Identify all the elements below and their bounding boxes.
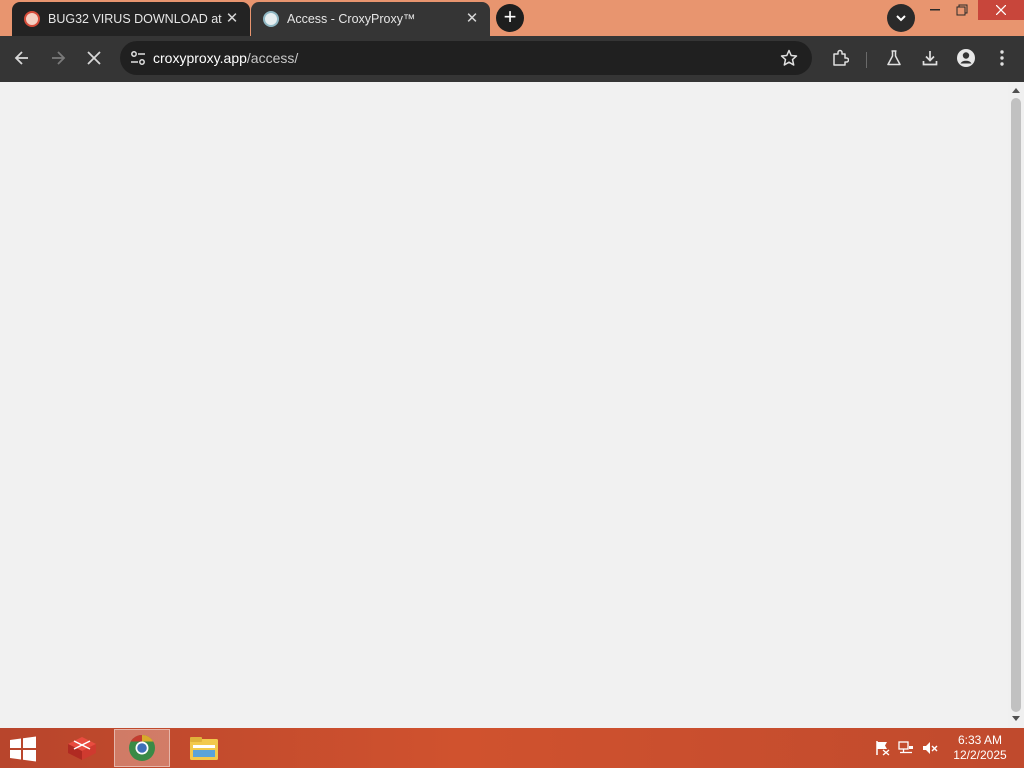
downloads-button[interactable] bbox=[916, 44, 944, 72]
address-bar[interactable]: croxyproxy.app/access/ bbox=[120, 41, 812, 75]
page-content bbox=[0, 82, 1008, 728]
arrow-left-icon bbox=[14, 51, 28, 65]
close-icon[interactable]: ✕ bbox=[224, 11, 240, 27]
close-icon bbox=[996, 5, 1006, 15]
more-vertical-icon bbox=[1000, 50, 1004, 66]
back-button[interactable] bbox=[8, 44, 36, 72]
labs-button[interactable] bbox=[880, 44, 908, 72]
tab-bug32[interactable]: BUG32 VIRUS DOWNLOAD at D ✕ bbox=[12, 2, 250, 36]
browser-toolbar: croxyproxy.app/access/ bbox=[0, 36, 1024, 82]
red-cube-app-icon bbox=[68, 737, 96, 760]
bug32-site-icon bbox=[24, 11, 40, 27]
tab-search-button[interactable] bbox=[887, 4, 915, 32]
chevron-down-icon bbox=[896, 15, 906, 22]
tab-strip: BUG32 VIRUS DOWNLOAD at D ✕ Access - Cro… bbox=[0, 0, 1024, 36]
scroll-down-arrow-icon[interactable] bbox=[1012, 716, 1020, 721]
clock-date: 12/2/2025 bbox=[953, 748, 1007, 762]
url-text[interactable]: croxyproxy.app/access/ bbox=[153, 50, 298, 66]
windows-logo-icon bbox=[10, 736, 36, 762]
tab-croxyproxy[interactable]: Access - CroxyProxy™ ✕ bbox=[251, 2, 490, 36]
extensions-button[interactable] bbox=[826, 44, 854, 72]
stop-loading-button[interactable] bbox=[80, 44, 108, 72]
volume-muted-icon[interactable] bbox=[922, 740, 938, 756]
action-center-flag-icon[interactable] bbox=[874, 740, 890, 756]
taskbar-app-explorer[interactable] bbox=[176, 729, 232, 767]
new-tab-button[interactable]: + bbox=[496, 4, 524, 32]
close-icon bbox=[87, 51, 101, 65]
minimize-button[interactable] bbox=[920, 0, 950, 20]
toolbar-divider bbox=[866, 52, 867, 68]
restore-button[interactable] bbox=[947, 0, 977, 20]
scroll-up-arrow-icon[interactable] bbox=[1012, 88, 1020, 93]
taskbar: 6:33 AM 12/2/2025 bbox=[0, 728, 1024, 768]
chrome-icon bbox=[129, 734, 155, 761]
url-host: croxyproxy.app bbox=[153, 50, 247, 66]
clock-time: 6:33 AM bbox=[957, 733, 1003, 747]
tab-title: BUG32 VIRUS DOWNLOAD at D bbox=[48, 12, 224, 26]
puzzle-icon bbox=[833, 49, 849, 66]
system-clock[interactable]: 6:33 AM 12/2/2025 bbox=[948, 733, 1012, 763]
restore-icon bbox=[956, 4, 968, 16]
start-button[interactable] bbox=[8, 736, 38, 762]
window-close-button[interactable] bbox=[978, 0, 1024, 20]
taskbar-app-chrome[interactable] bbox=[114, 729, 170, 767]
minimize-icon bbox=[930, 9, 940, 11]
network-icon[interactable] bbox=[898, 740, 914, 756]
download-icon bbox=[922, 51, 938, 66]
flask-icon bbox=[887, 50, 901, 66]
croxyproxy-icon bbox=[263, 11, 279, 27]
forward-button[interactable] bbox=[44, 44, 72, 72]
tab-title: Access - CroxyProxy™ bbox=[287, 12, 416, 26]
taskbar-app-red-cube[interactable] bbox=[54, 729, 110, 767]
url-path: /access/ bbox=[246, 50, 299, 66]
close-icon[interactable]: ✕ bbox=[464, 11, 480, 27]
file-explorer-icon bbox=[190, 737, 218, 760]
bookmark-star-icon[interactable] bbox=[780, 49, 798, 67]
account-icon bbox=[957, 49, 975, 67]
arrow-right-icon bbox=[52, 51, 66, 65]
vertical-scrollbar[interactable] bbox=[1008, 82, 1024, 728]
menu-button[interactable] bbox=[988, 44, 1016, 72]
site-settings-icon[interactable] bbox=[130, 50, 146, 66]
scrollbar-thumb[interactable] bbox=[1011, 98, 1021, 712]
profile-button[interactable] bbox=[952, 44, 980, 72]
